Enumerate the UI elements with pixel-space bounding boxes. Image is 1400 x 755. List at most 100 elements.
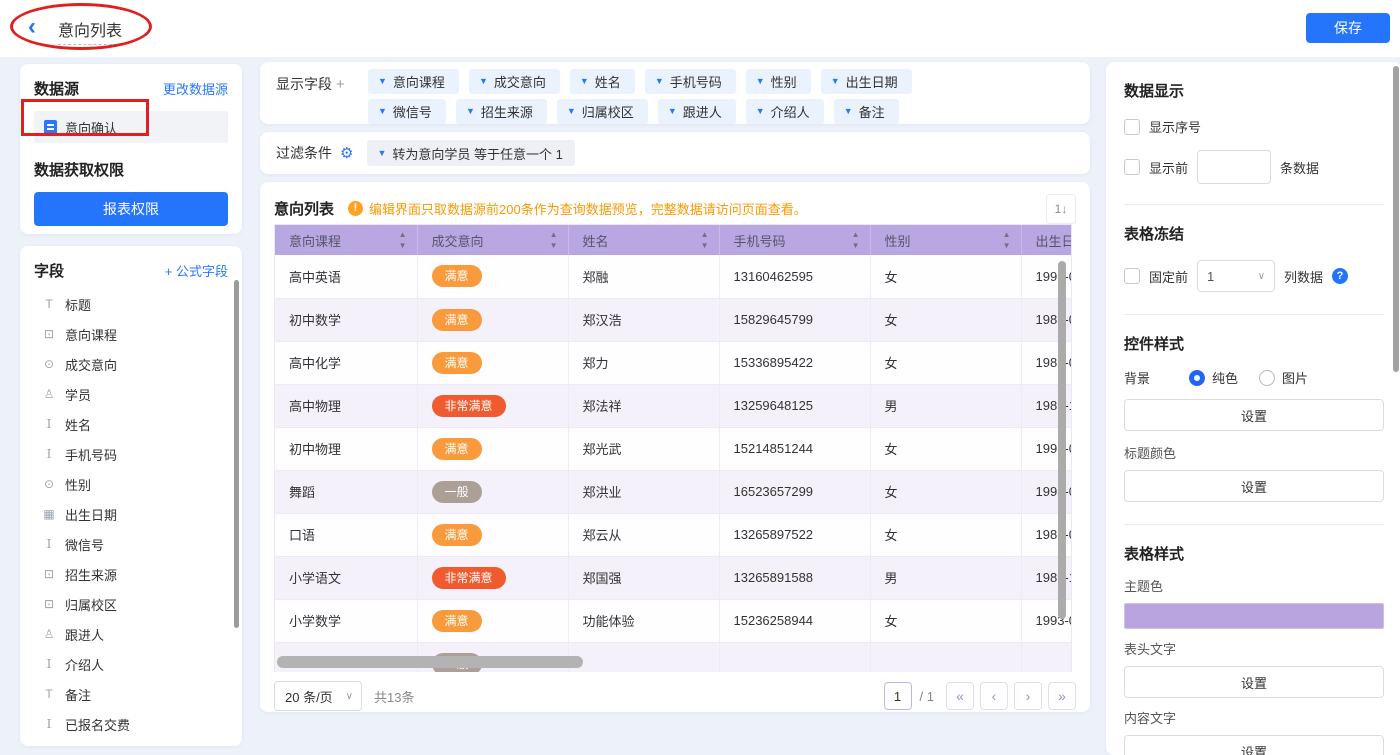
field-item[interactable]: I姓名: [34, 409, 228, 439]
field-item[interactable]: ⊡意向课程: [34, 319, 228, 349]
content-text-set-button[interactable]: 设置: [1124, 735, 1384, 755]
table-row[interactable]: 高中物理非常满意郑法祥13259648125男1989-11: [275, 384, 1072, 427]
gear-icon[interactable]: ⚙: [340, 144, 353, 162]
column-header[interactable]: 手机号码▲▼: [719, 225, 870, 255]
chevron-down-icon: ▼: [668, 107, 677, 116]
show-index-checkbox[interactable]: [1124, 119, 1140, 135]
sort-icon[interactable]: ▲▼: [399, 229, 407, 251]
row-limit-input[interactable]: [1197, 150, 1271, 184]
column-header[interactable]: 出生日期: [1021, 225, 1072, 255]
title-field-icon: T: [42, 297, 56, 311]
field-chip[interactable]: ▼跟进人: [658, 99, 736, 124]
first-page-button[interactable]: «: [946, 682, 974, 710]
select-field-icon: ⊡: [42, 597, 56, 611]
table-row[interactable]: 小学语文非常满意郑国强13265891588男1989-11: [275, 556, 1072, 599]
field-chip[interactable]: ▼归属校区: [557, 99, 648, 124]
field-item[interactable]: ♙学员: [34, 379, 228, 409]
table-row[interactable]: 小学数学满意功能体验15236258944女1993-08: [275, 599, 1072, 642]
table-row[interactable]: 初中数学满意郑汉浩15829645799女1981-06: [275, 298, 1072, 341]
date-field-icon: ▦: [42, 507, 56, 521]
field-item[interactable]: I介绍人: [34, 649, 228, 679]
field-chip[interactable]: ▼招生来源: [456, 99, 547, 124]
field-item[interactable]: T标题: [34, 289, 228, 319]
fields-scrollbar[interactable]: [234, 280, 239, 628]
pagination-bar: 20 条/页 ∨ 共13条 1 / 1 « ‹ › »: [274, 672, 1076, 712]
field-chip[interactable]: ▼成交意向: [469, 69, 560, 94]
header-text-set-button[interactable]: 设置: [1124, 666, 1384, 698]
sort-icon[interactable]: ▲▼: [550, 229, 558, 251]
header-text-label: 表头文字: [1124, 639, 1384, 658]
image-label: 图片: [1282, 368, 1308, 387]
display-fields-label: 显示字段 +: [276, 69, 368, 117]
save-button[interactable]: 保存: [1306, 13, 1390, 43]
table-horizontal-scrollbar[interactable]: [277, 656, 583, 668]
change-datasource-link[interactable]: 更改数据源: [163, 79, 228, 98]
field-item[interactable]: ▦出生日期: [34, 499, 228, 529]
column-header[interactable]: 意向课程▲▼: [275, 225, 417, 255]
datasource-heading: 数据源: [34, 78, 79, 99]
field-item[interactable]: T备注: [34, 679, 228, 709]
help-icon[interactable]: ?: [1332, 268, 1348, 284]
theme-color-swatch[interactable]: [1124, 603, 1384, 629]
divider: [1124, 204, 1384, 205]
field-item[interactable]: ♙跟进人: [34, 619, 228, 649]
next-page-button[interactable]: ›: [1014, 682, 1042, 710]
field-item[interactable]: ⊡招生来源: [34, 559, 228, 589]
table-row[interactable]: 口语满意郑云从13265897522女1981-06: [275, 513, 1072, 556]
field-item[interactable]: I微信号: [34, 529, 228, 559]
sort-icon[interactable]: ▲▼: [1003, 229, 1011, 251]
field-item[interactable]: I手机号码: [34, 439, 228, 469]
fix-columns-select[interactable]: 1 ∨: [1197, 260, 1275, 292]
column-header[interactable]: 成交意向▲▼: [417, 225, 568, 255]
field-chip[interactable]: ▼性别: [746, 69, 811, 94]
table-row[interactable]: 舞蹈一般郑洪业16523657299女1993-08: [275, 470, 1072, 513]
field-chip[interactable]: ▼姓名: [570, 69, 635, 94]
title-color-set-button[interactable]: 设置: [1124, 470, 1384, 502]
style-panel-scrollbar[interactable]: [1393, 66, 1399, 372]
field-item[interactable]: I已报名交费: [34, 709, 228, 739]
field-chip[interactable]: ▼介绍人: [746, 99, 824, 124]
sort-icon[interactable]: ▲▼: [701, 229, 709, 251]
column-header[interactable]: 姓名▲▼: [568, 225, 719, 255]
sort-icon[interactable]: ▲▼: [852, 229, 860, 251]
divider: [1124, 524, 1384, 525]
fix-columns-checkbox[interactable]: [1124, 268, 1140, 284]
field-chip[interactable]: ▼微信号: [368, 99, 446, 124]
column-header[interactable]: 性别▲▼: [870, 225, 1021, 255]
page-size-select[interactable]: 20 条/页 ∨: [274, 681, 362, 711]
field-chip[interactable]: ▼手机号码: [645, 69, 736, 94]
back-icon[interactable]: ‹: [28, 15, 36, 39]
field-chip[interactable]: ▼出生日期: [821, 69, 912, 94]
add-field-icon[interactable]: +: [336, 76, 345, 93]
chevron-down-icon: ▼: [655, 77, 664, 86]
field-item[interactable]: ⊡归属校区: [34, 589, 228, 619]
filter-panel: 过滤条件 ⚙ ▼ 转为意向学员 等于任意一个 1: [260, 132, 1090, 174]
datasource-item[interactable]: 意向确认: [34, 111, 228, 143]
table-row[interactable]: 初中物理满意郑光武15214851244女1995-01: [275, 427, 1072, 470]
field-item[interactable]: ⊙成交意向: [34, 349, 228, 379]
display-fields-panel: 显示字段 + ▼意向课程 ▼成交意向 ▼姓名 ▼手机号码 ▼性别 ▼出生日期 ▼…: [260, 62, 1090, 124]
fields-heading: 字段: [34, 260, 64, 281]
page-title[interactable]: 意向列表: [58, 17, 122, 45]
image-radio[interactable]: [1259, 370, 1275, 386]
formula-field-link[interactable]: + 公式字段: [165, 261, 228, 280]
field-item[interactable]: ⊙性别: [34, 469, 228, 499]
field-chip[interactable]: ▼意向课程: [368, 69, 459, 94]
table-row[interactable]: 高中化学满意郑力15336895422女1981-06: [275, 341, 1072, 384]
show-first-checkbox[interactable]: [1124, 159, 1140, 175]
table-style-heading: 表格样式: [1124, 543, 1384, 564]
report-permission-button[interactable]: 报表权限: [34, 192, 228, 226]
background-set-button[interactable]: 设置: [1124, 399, 1384, 431]
sort-tool-button[interactable]: 1↓: [1046, 194, 1076, 224]
prev-page-button[interactable]: ‹: [980, 682, 1008, 710]
table-title: 意向列表: [274, 198, 334, 219]
field-chip[interactable]: ▼备注: [834, 99, 899, 124]
filter-condition-chip[interactable]: ▼ 转为意向学员 等于任意一个 1: [367, 140, 574, 166]
title-color-label: 标题颜色: [1124, 443, 1384, 462]
current-page-input[interactable]: 1: [884, 682, 912, 710]
warning-icon: !: [348, 201, 363, 216]
table-row[interactable]: 高中英语满意郑融13160462595女1995-01: [275, 255, 1072, 298]
solid-color-radio[interactable]: [1189, 370, 1205, 386]
table-vertical-scrollbar[interactable]: [1058, 261, 1066, 619]
last-page-button[interactable]: »: [1048, 682, 1076, 710]
